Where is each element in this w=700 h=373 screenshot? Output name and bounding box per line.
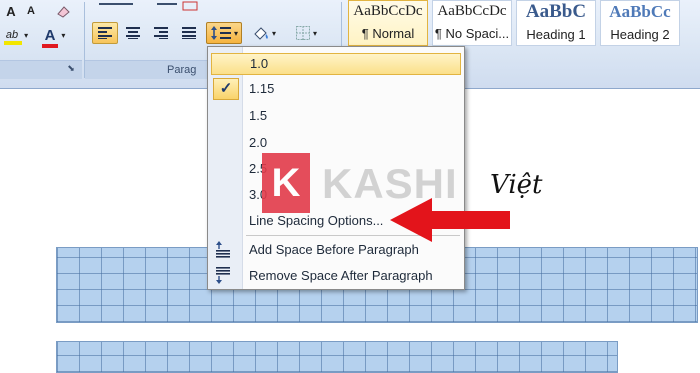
font-color-bar	[41, 43, 58, 48]
shrink-font-button[interactable]: A	[22, 0, 40, 22]
style-name: ¶ No Spaci...	[434, 26, 510, 41]
watermark-logo: K	[262, 153, 310, 213]
remove-space-after-item[interactable]: Remove Space After Paragraph	[211, 265, 461, 287]
bullets-icon	[99, 3, 133, 5]
chevron-down-icon: ▾	[271, 28, 276, 38]
shrink-font-label: A	[27, 5, 35, 17]
justify-button[interactable]	[176, 22, 202, 44]
menu-item-1-15[interactable]: ✓ 1.15	[211, 78, 461, 100]
align-center-button[interactable]	[120, 22, 146, 44]
align-left-button[interactable]	[92, 22, 118, 44]
red-arrow-annotation	[390, 198, 510, 242]
chevron-down-icon: ▾	[24, 30, 29, 40]
font-color-button[interactable]: A ▾	[38, 24, 72, 48]
checkmark-glyph: ✓	[219, 80, 233, 97]
watermark-logo-letter: K	[271, 161, 301, 205]
grow-font-button[interactable]: A	[2, 0, 20, 22]
align-left-icon	[98, 27, 112, 39]
clear-formatting-button[interactable]	[52, 0, 74, 22]
highlight-icon: ab	[3, 29, 22, 45]
highlight-glyph: ab	[5, 29, 19, 41]
justify-icon	[182, 27, 196, 39]
text-highlight-button[interactable]: ab ▾	[0, 24, 34, 46]
align-right-button[interactable]	[148, 22, 174, 44]
menu-item-label: Remove Space After Paragraph	[249, 268, 433, 283]
menu-item-1-5[interactable]: 1.5	[211, 105, 461, 127]
font-color-glyph: A	[44, 26, 56, 44]
menu-item-1-0[interactable]: 1.0	[211, 53, 461, 75]
style-heading-2[interactable]: AaBbCc Heading 2	[600, 0, 680, 46]
eraser-icon	[57, 6, 70, 18]
menu-item-label: 1.5	[249, 108, 268, 123]
align-right-icon	[154, 27, 168, 39]
borders-icon	[295, 26, 310, 40]
sort-button[interactable]	[148, 0, 208, 18]
style-sample: AaBbCcDc	[353, 3, 423, 19]
grow-font-label: A	[6, 3, 16, 19]
font-dialog-launcher[interactable]: ⬊	[64, 60, 78, 76]
font-color-icon: A	[41, 26, 58, 48]
menu-item-2-0[interactable]: 2.0	[211, 132, 461, 154]
chevron-down-icon: ▾	[233, 28, 238, 38]
dialog-launcher-icon: ⬊	[67, 62, 75, 73]
checkmark-icon: ✓	[213, 78, 239, 100]
line-spacing-button[interactable]: ▾	[206, 22, 242, 44]
menu-item-label: Line Spacing Options...	[249, 213, 384, 228]
add-space-before-icon	[216, 241, 230, 258]
style-sample: AaBbCcDc	[437, 3, 507, 19]
style-sample: AaBbCc	[609, 2, 671, 21]
menu-item-label: 2.0	[249, 135, 268, 150]
chevron-down-icon: ▾	[61, 30, 66, 40]
paragraph-group-label: Parag	[167, 64, 197, 76]
chevron-down-icon: ▾	[312, 28, 317, 38]
style-name: ¶ Normal	[361, 26, 415, 41]
line-spacing-icon	[210, 26, 231, 40]
bullets-button[interactable]	[92, 0, 142, 18]
menu-item-label: 1.0	[250, 56, 269, 71]
menu-item-label: Add Space Before Paragraph	[249, 242, 419, 257]
style-name: Heading 1	[526, 27, 586, 42]
style-normal[interactable]: AaBbCcDc ¶ Normal	[348, 0, 428, 46]
borders-button[interactable]: ▾	[288, 22, 324, 44]
remove-space-after-icon	[216, 267, 230, 284]
highlight-color-bar	[3, 41, 22, 45]
paint-bucket-icon	[254, 27, 268, 40]
shading-button[interactable]: ▾	[246, 22, 282, 44]
menu-item-label: 1.15	[249, 81, 275, 96]
style-heading-1[interactable]: AaBbC Heading 1	[516, 0, 596, 46]
style-name: Heading 2	[610, 27, 670, 42]
sort-icon	[157, 1, 198, 11]
document-table-lower[interactable]	[56, 341, 618, 373]
style-sample: AaBbC	[525, 1, 587, 22]
style-no-spacing[interactable]: AaBbCcDc ¶ No Spaci...	[432, 0, 512, 46]
align-center-icon	[126, 27, 140, 39]
